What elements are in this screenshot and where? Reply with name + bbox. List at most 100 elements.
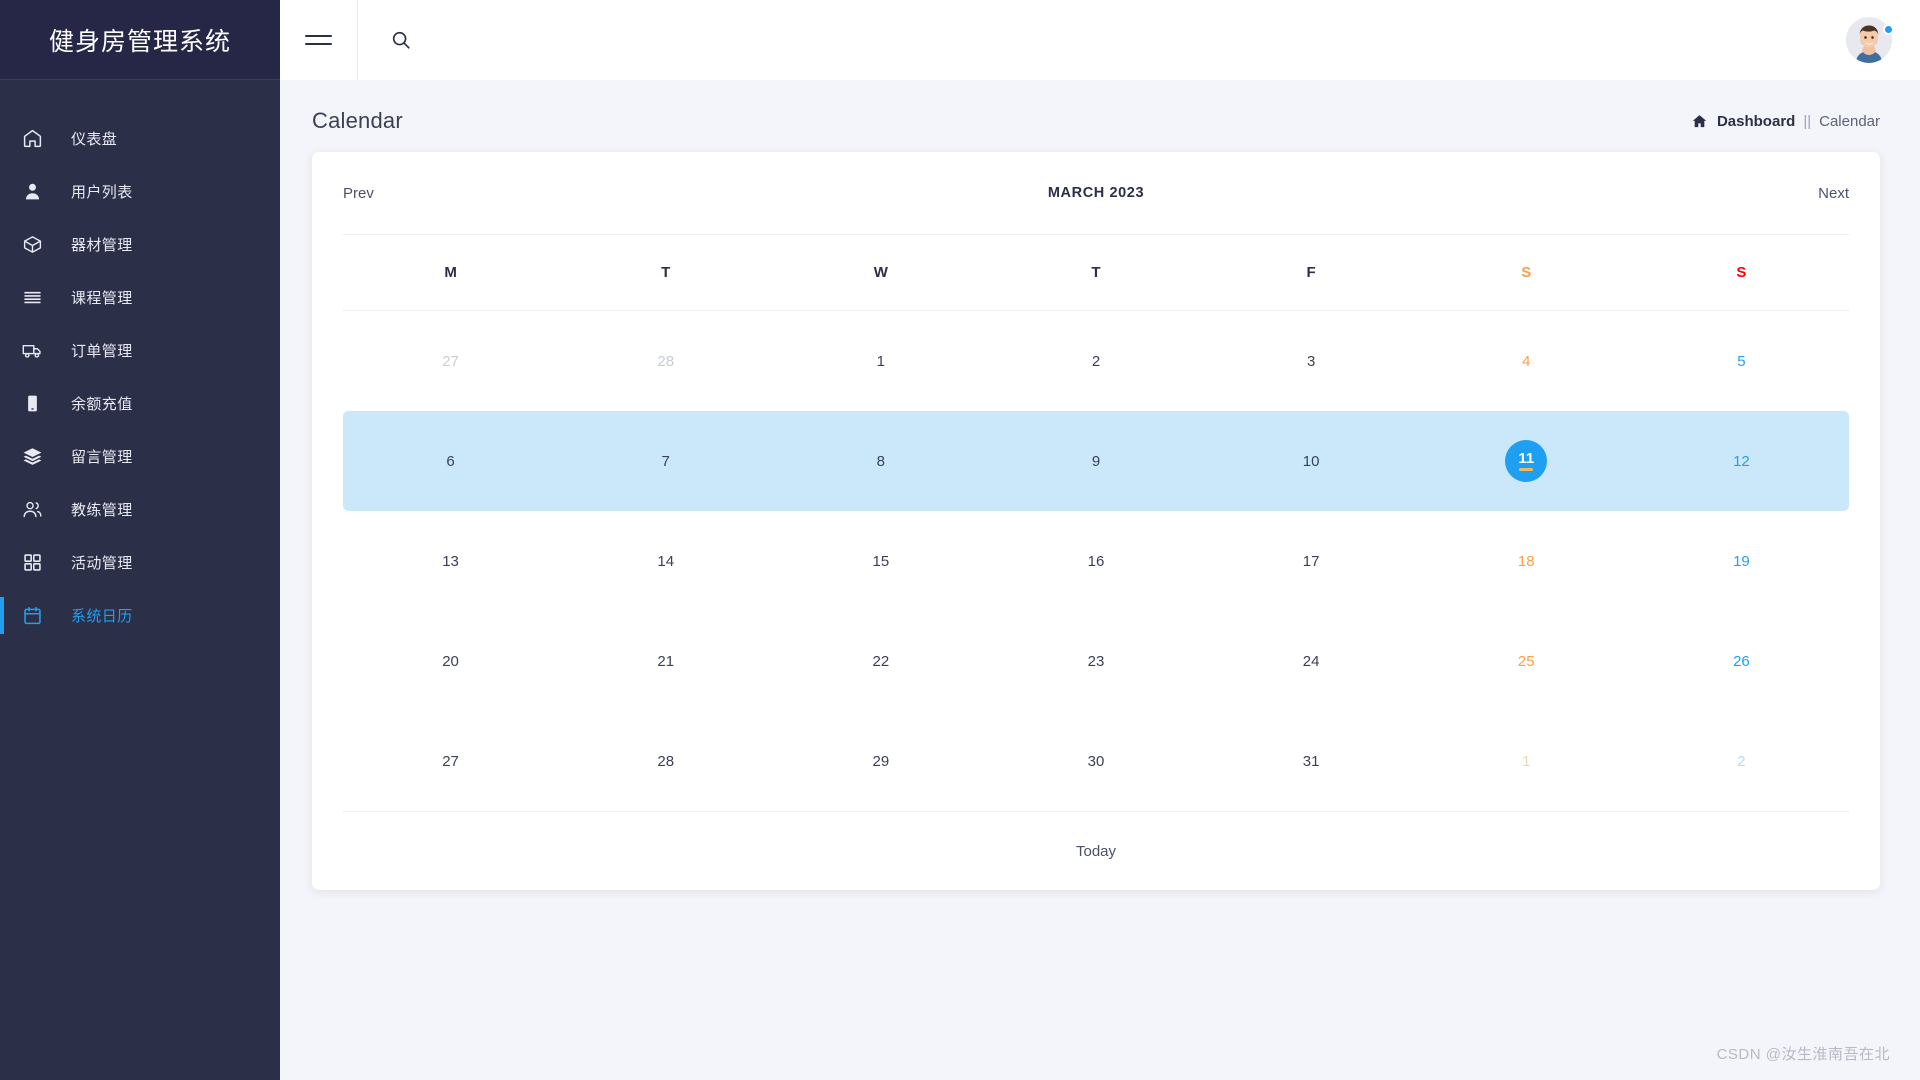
- calendar-weekday-4: F: [1204, 264, 1419, 281]
- calendar-day[interactable]: 9: [988, 453, 1203, 470]
- breadcrumb: Dashboard || Calendar: [1691, 113, 1880, 130]
- calendar-day[interactable]: 2: [988, 353, 1203, 370]
- users-icon: [22, 498, 52, 522]
- sidebar-item-仪表盘[interactable]: 仪表盘: [0, 112, 280, 165]
- calendar-weekday-2: W: [773, 264, 988, 281]
- next-month-button[interactable]: Next: [1818, 185, 1849, 202]
- today-highlight: 11: [1505, 440, 1547, 482]
- sidebar-item-教练管理[interactable]: 教练管理: [0, 483, 280, 536]
- calendar-day[interactable]: 23: [988, 653, 1203, 670]
- home-icon: [1691, 113, 1708, 130]
- sidebar-item-label: 仪表盘: [71, 128, 117, 149]
- calendar-day[interactable]: 22: [773, 653, 988, 670]
- calendar-day[interactable]: 29: [773, 753, 988, 770]
- calendar-day[interactable]: 13: [343, 553, 558, 570]
- search-button[interactable]: [358, 0, 444, 80]
- app-root: 健身房管理系统 仪表盘用户列表器材管理课程管理订单管理余额充值留言管理教练管理活…: [0, 0, 1920, 1080]
- sidebar-item-活动管理[interactable]: 活动管理: [0, 536, 280, 589]
- top-bar: [280, 0, 1920, 80]
- calendar-day[interactable]: 1: [1419, 753, 1634, 770]
- calendar-day[interactable]: 15: [773, 553, 988, 570]
- page-title: Calendar: [312, 108, 403, 134]
- breadcrumb-separator: ||: [1803, 113, 1811, 130]
- calendar-day[interactable]: 28: [558, 353, 773, 370]
- calendar-week-row: 20212223242526: [343, 611, 1849, 711]
- sidebar-item-器材管理[interactable]: 器材管理: [0, 218, 280, 271]
- calendar-day[interactable]: 27: [343, 753, 558, 770]
- calendar-card: Prev MARCH 2023 Next MTWTFSS 27281234567…: [312, 152, 1880, 890]
- watermark: CSDN @汝生淮南吾在北: [1717, 1043, 1890, 1064]
- sidebar-item-余额充值[interactable]: 余额充值: [0, 377, 280, 430]
- calendar-day[interactable]: 27: [343, 353, 558, 370]
- calendar-day[interactable]: 12: [1634, 453, 1849, 470]
- calendar-day-today[interactable]: 11: [1419, 440, 1634, 482]
- sidebar: 健身房管理系统 仪表盘用户列表器材管理课程管理订单管理余额充值留言管理教练管理活…: [0, 0, 280, 1080]
- calendar-day[interactable]: 8: [773, 453, 988, 470]
- sidebar-item-课程管理[interactable]: 课程管理: [0, 271, 280, 324]
- calendar-day[interactable]: 17: [1204, 553, 1419, 570]
- calendar-icon: [22, 604, 52, 628]
- calendar-day[interactable]: 1: [773, 353, 988, 370]
- hamburger-menu-button[interactable]: [280, 0, 358, 80]
- calendar-day[interactable]: 21: [558, 653, 773, 670]
- sidebar-brand-label: 健身房管理系统: [49, 22, 231, 58]
- calendar-day[interactable]: 31: [1204, 753, 1419, 770]
- calendar-weekday-6: S: [1634, 264, 1849, 281]
- calendar-toolbar: Prev MARCH 2023 Next: [343, 152, 1849, 234]
- calendar-day[interactable]: 25: [1419, 653, 1634, 670]
- calendar-day[interactable]: 2: [1634, 753, 1849, 770]
- page-header: Calendar Dashboard || Calendar: [280, 80, 1920, 152]
- list-icon: [22, 286, 52, 310]
- calendar-day[interactable]: 4: [1419, 353, 1634, 370]
- truck-icon: [22, 339, 52, 363]
- calendar-weekday-header: MTWTFSS: [343, 235, 1849, 310]
- layers-icon: [22, 445, 52, 469]
- calendar-weekday-1: T: [558, 264, 773, 281]
- calendar-weekday-0: M: [343, 264, 558, 281]
- breadcrumb-dashboard-link[interactable]: Dashboard: [1717, 113, 1795, 130]
- home-icon: [22, 127, 52, 151]
- sidebar-item-系统日历[interactable]: 系统日历: [0, 589, 280, 642]
- calendar-day[interactable]: 7: [558, 453, 773, 470]
- calendar-day[interactable]: 6: [343, 453, 558, 470]
- sidebar-item-用户列表[interactable]: 用户列表: [0, 165, 280, 218]
- calendar-day[interactable]: 16: [988, 553, 1203, 570]
- calendar-month-label: MARCH 2023: [1048, 185, 1144, 201]
- grid-icon: [22, 551, 52, 575]
- tablet-icon: [22, 392, 52, 416]
- prev-month-button[interactable]: Prev: [343, 185, 374, 202]
- calendar-day[interactable]: 26: [1634, 653, 1849, 670]
- calendar-day[interactable]: 10: [1204, 453, 1419, 470]
- calendar-body: 2728123456789101112131415161718192021222…: [343, 311, 1849, 811]
- event-indicator-bar: [1519, 468, 1533, 471]
- calendar-day[interactable]: 18: [1419, 553, 1634, 570]
- sidebar-item-label: 教练管理: [71, 499, 133, 520]
- sidebar-nav: 仪表盘用户列表器材管理课程管理订单管理余额充值留言管理教练管理活动管理系统日历: [0, 80, 280, 1080]
- sidebar-item-label: 系统日历: [71, 605, 133, 626]
- sidebar-item-订单管理[interactable]: 订单管理: [0, 324, 280, 377]
- calendar-day[interactable]: 3: [1204, 353, 1419, 370]
- user-icon: [22, 180, 52, 204]
- calendar-day[interactable]: 19: [1634, 553, 1849, 570]
- avatar[interactable]: [1846, 17, 1892, 63]
- calendar-week-row: 13141516171819: [343, 511, 1849, 611]
- calendar-day[interactable]: 20: [343, 653, 558, 670]
- calendar-day[interactable]: 30: [988, 753, 1203, 770]
- status-badge: [1883, 24, 1894, 35]
- box-icon: [22, 233, 52, 257]
- sidebar-item-label: 课程管理: [71, 287, 133, 308]
- calendar-day[interactable]: 14: [558, 553, 773, 570]
- calendar-day[interactable]: 24: [1204, 653, 1419, 670]
- calendar-weekday-3: T: [988, 264, 1203, 281]
- hamburger-icon: [305, 35, 332, 45]
- today-button[interactable]: Today: [343, 812, 1849, 890]
- calendar-grid: MTWTFSS 27281234567891011121314151617181…: [343, 235, 1849, 811]
- calendar-day[interactable]: 28: [558, 753, 773, 770]
- sidebar-item-留言管理[interactable]: 留言管理: [0, 430, 280, 483]
- sidebar-item-label: 订单管理: [71, 340, 133, 361]
- today-number: 11: [1518, 451, 1534, 466]
- search-icon: [390, 29, 412, 51]
- calendar-week-row: 272829303112: [343, 711, 1849, 811]
- sidebar-item-label: 器材管理: [71, 234, 133, 255]
- calendar-day[interactable]: 5: [1634, 353, 1849, 370]
